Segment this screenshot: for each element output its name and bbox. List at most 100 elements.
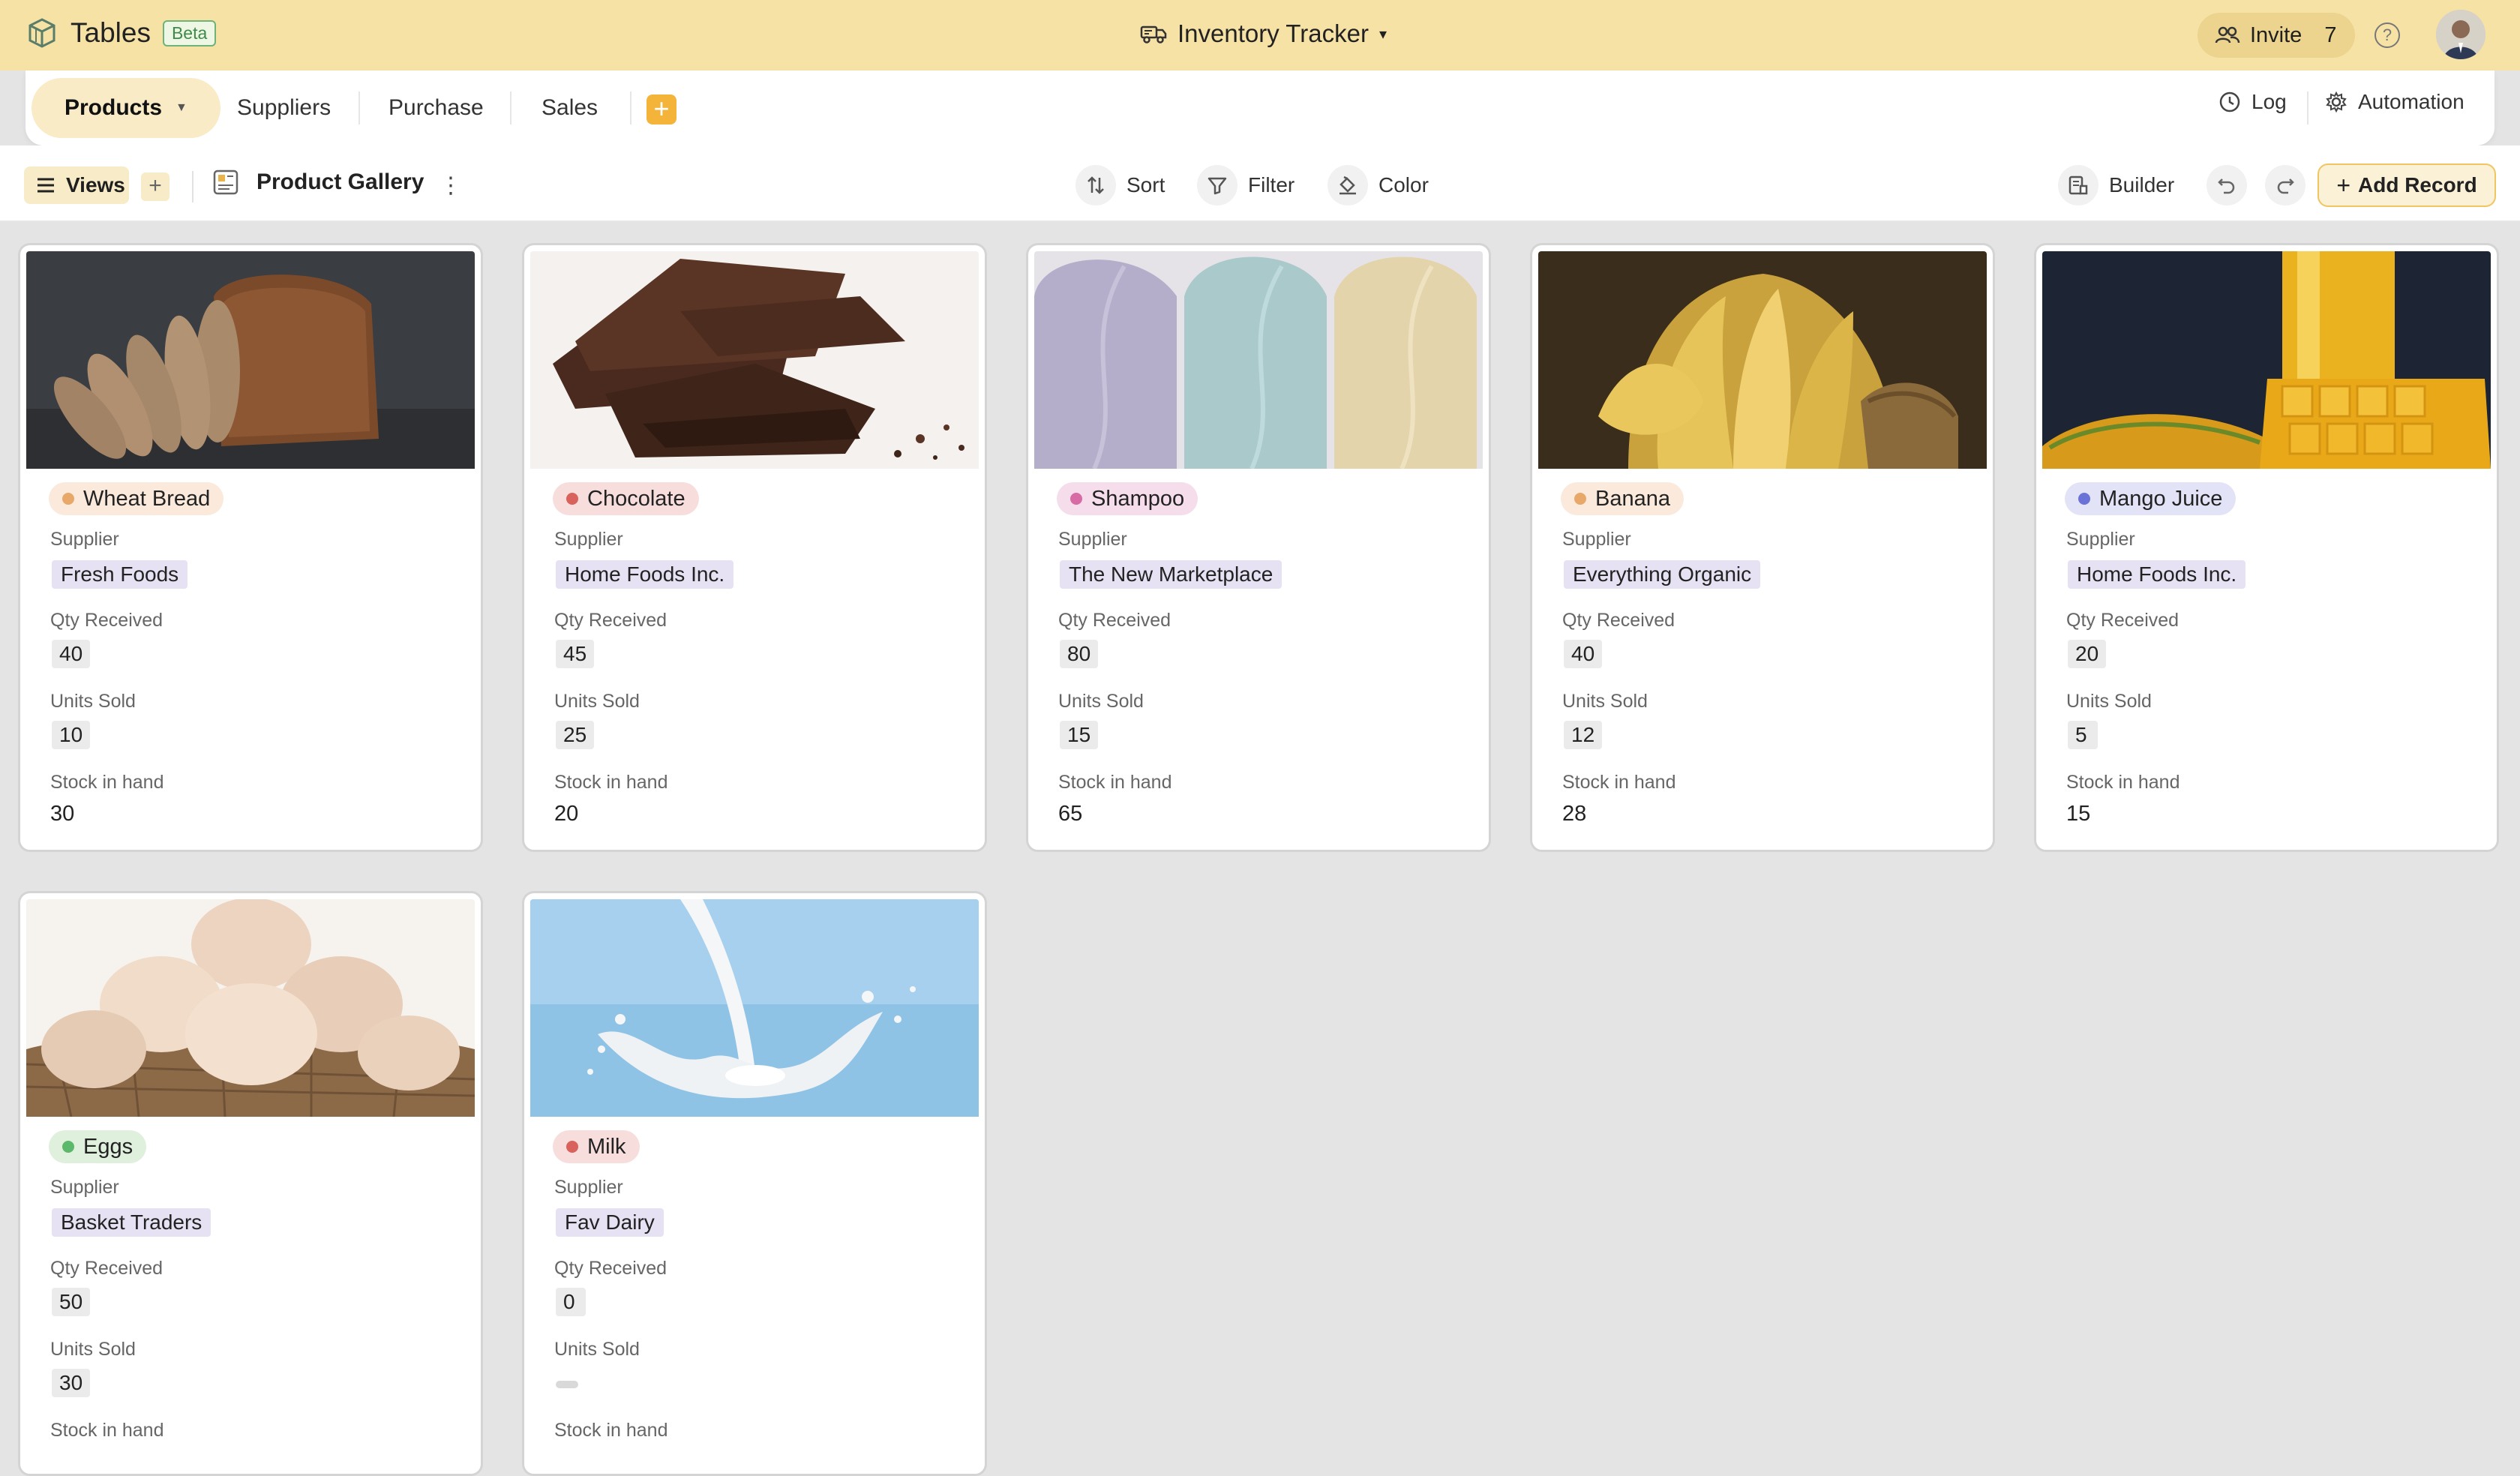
stock-label: Stock in hand xyxy=(2066,772,2180,793)
gallery-view-icon xyxy=(213,170,238,195)
qty-received-value: 0 xyxy=(556,1288,586,1316)
top-header: Tables Beta Inventory Tracker ▾ Invite 7… xyxy=(0,0,2520,70)
tab-sales[interactable]: Sales xyxy=(542,78,598,138)
status-dot xyxy=(62,493,74,505)
units-sold-label: Units Sold xyxy=(50,1339,136,1360)
stock-value: 15 xyxy=(2066,802,2091,826)
supplier-label: Supplier xyxy=(2066,529,2135,550)
builder-label: Builder xyxy=(2109,173,2175,196)
supplier-link[interactable]: Basket Traders xyxy=(52,1208,212,1237)
product-card[interactable]: Milk Supplier Fav Dairy Qty Received 0 U… xyxy=(522,891,987,1476)
product-card[interactable]: Mango Juice Supplier Home Foods Inc. Qty… xyxy=(2034,243,2499,852)
product-card[interactable]: Eggs Supplier Basket Traders Qty Receive… xyxy=(18,891,483,1476)
units-sold-label: Units Sold xyxy=(1562,691,1648,712)
user-avatar-icon xyxy=(2436,10,2486,59)
product-name-badge: Wheat Bread xyxy=(49,482,224,515)
supplier-label: Supplier xyxy=(50,1177,119,1198)
qty-received-label: Qty Received xyxy=(554,1258,668,1279)
truck-icon xyxy=(1140,26,1167,44)
units-sold-value xyxy=(556,1381,578,1388)
chevron-down-icon[interactable]: ▼ xyxy=(176,101,188,115)
views-button[interactable]: Views xyxy=(24,166,129,204)
supplier-link[interactable]: Home Foods Inc. xyxy=(556,560,734,589)
invite-button[interactable]: Invite 7 xyxy=(2198,13,2355,58)
product-card[interactable]: Wheat Bread Supplier Fresh Foods Qty Rec… xyxy=(18,243,483,852)
document-title-dropdown[interactable]: Inventory Tracker ▾ xyxy=(1140,20,1387,48)
filter-button[interactable]: Filter xyxy=(1197,165,1294,206)
sort-label: Sort xyxy=(1126,173,1166,196)
color-label: Color xyxy=(1378,173,1429,196)
filter-icon xyxy=(1197,165,1238,206)
tab-divider xyxy=(358,92,360,124)
chevron-down-icon: ▾ xyxy=(1378,26,1387,43)
document-title: Inventory Tracker xyxy=(1178,20,1369,47)
sort-icon xyxy=(1076,165,1116,206)
supplier-link[interactable]: Fav Dairy xyxy=(556,1208,664,1237)
add-view-button[interactable]: + xyxy=(141,172,170,201)
qty-received-value: 20 xyxy=(2068,640,2107,668)
help-icon[interactable]: ? xyxy=(2374,22,2400,48)
stock-label: Stock in hand xyxy=(1058,772,1172,793)
builder-button[interactable]: Builder xyxy=(2058,165,2174,206)
stock-label: Stock in hand xyxy=(554,772,668,793)
stock-label: Stock in hand xyxy=(1562,772,1676,793)
product-image-wheat-bread xyxy=(26,251,475,469)
supplier-link[interactable]: Everything Organic xyxy=(1564,560,1761,589)
tab-products[interactable]: Products ▼ xyxy=(32,78,220,138)
brand[interactable]: Tables Beta xyxy=(26,16,217,50)
undo-icon[interactable] xyxy=(2206,165,2247,206)
units-sold-label: Units Sold xyxy=(2066,691,2152,712)
product-name-badge: Banana xyxy=(1561,482,1684,515)
redo-icon[interactable] xyxy=(2265,165,2306,206)
filter-label: Filter xyxy=(1248,173,1295,196)
gear-icon xyxy=(2326,91,2347,113)
automation-button[interactable]: Automation xyxy=(2325,90,2464,114)
stock-value: 30 xyxy=(50,802,75,826)
stock-value: 65 xyxy=(1058,802,1083,826)
current-view[interactable]: Product Gallery xyxy=(213,170,424,195)
stock-label: Stock in hand xyxy=(50,772,164,793)
product-image-eggs xyxy=(26,899,475,1117)
supplier-link[interactable]: Home Foods Inc. xyxy=(2068,560,2246,589)
supplier-link[interactable]: Fresh Foods xyxy=(52,560,188,589)
tab-label: Sales xyxy=(542,95,598,120)
add-table-button[interactable]: + xyxy=(646,94,676,124)
more-options-icon[interactable]: ⋮ xyxy=(440,172,462,199)
add-record-button[interactable]: + Add Record xyxy=(2318,164,2496,207)
qty-received-value: 45 xyxy=(556,640,595,668)
plus-icon: + xyxy=(2336,171,2350,199)
qty-received-value: 80 xyxy=(1060,640,1099,668)
color-button[interactable]: Color xyxy=(1328,165,1429,206)
units-sold-value: 15 xyxy=(1060,721,1099,749)
table-tabs-bar: Products ▼ Suppliers Purchase Sales + Lo… xyxy=(26,70,2494,146)
qty-received-label: Qty Received xyxy=(2066,610,2180,631)
status-dot xyxy=(566,1141,578,1153)
supplier-label: Supplier xyxy=(554,1177,623,1198)
product-card[interactable]: Chocolate Supplier Home Foods Inc. Qty R… xyxy=(522,243,987,852)
product-image-chocolate xyxy=(530,251,979,469)
log-button[interactable]: Log xyxy=(2218,90,2287,114)
product-card[interactable]: Banana Supplier Everything Organic Qty R… xyxy=(1530,243,1995,852)
view-name: Product Gallery xyxy=(256,170,424,194)
tab-purchase[interactable]: Purchase xyxy=(388,78,484,138)
avatar[interactable] xyxy=(2436,10,2486,59)
supplier-link[interactable]: The New Marketplace xyxy=(1060,560,1282,589)
supplier-label: Supplier xyxy=(554,529,623,550)
menu-icon xyxy=(38,178,54,193)
sort-button[interactable]: Sort xyxy=(1076,165,1165,206)
qty-received-value: 40 xyxy=(52,640,91,668)
product-name: Chocolate xyxy=(587,486,686,511)
product-card[interactable]: Shampoo Supplier The New Marketplace Qty… xyxy=(1026,243,1491,852)
tab-suppliers[interactable]: Suppliers xyxy=(237,78,331,138)
tab-label: Purchase xyxy=(388,95,484,120)
tab-divider xyxy=(510,92,512,124)
stock-value: 20 xyxy=(554,802,579,826)
product-image-mango-juice xyxy=(2042,251,2491,469)
product-name: Wheat Bread xyxy=(83,486,211,511)
product-name-badge: Shampoo xyxy=(1057,482,1198,515)
toolbar-divider xyxy=(192,171,194,202)
invite-label: Invite xyxy=(2250,22,2302,47)
product-name: Eggs xyxy=(83,1134,134,1159)
product-name: Banana xyxy=(1595,486,1670,511)
stock-label: Stock in hand xyxy=(554,1420,668,1441)
